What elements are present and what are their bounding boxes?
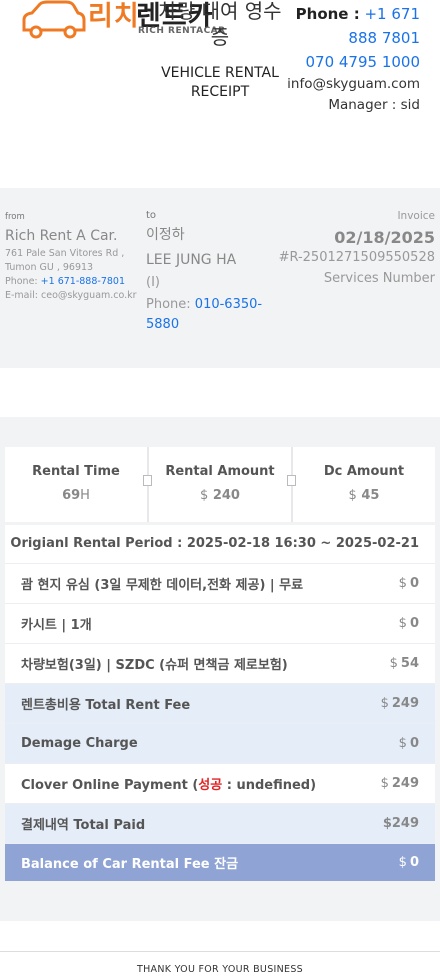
rental-period: Origianl Rental Period : 2025-02-18 16:3… xyxy=(5,525,435,563)
receipt-subtitle: VEHICLE RENTAL RECEIPT xyxy=(161,65,279,100)
charge-row-carseat: 카시트 | 1개 $0 xyxy=(5,603,435,643)
charge-amount: $249 xyxy=(381,776,419,791)
stat-title: Dc Amount xyxy=(323,464,405,479)
charge-label: Balance of Car Rental Fee 잔금 xyxy=(21,857,239,872)
stat-unit: $ xyxy=(348,488,357,503)
amount: 0 xyxy=(409,616,419,631)
phone-link-1[interactable]: +1 671 888 7801 xyxy=(348,5,420,47)
currency: $ xyxy=(398,576,407,591)
from-company: Rich Rent A Car. xyxy=(5,228,118,244)
total-paid-row: 결제내역 Total Paid $249 xyxy=(5,803,435,843)
charge-amount: $0 xyxy=(399,736,419,751)
invoice-date: 02/18/2025 xyxy=(334,228,435,247)
rental-summary: Rental Time 69H Rental Amount $ 240 Dc A… xyxy=(0,417,440,921)
phone-label: Phone : xyxy=(295,5,360,23)
to-block: to 이정하 LEE JUNG HA (I) Phone: 010-6350-5… xyxy=(146,210,266,335)
divider-box-icon xyxy=(143,475,152,486)
stat-dc-amount: Dc Amount $ 45 xyxy=(287,447,435,522)
charge-table: Origianl Rental Period : 2025-02-18 16:3… xyxy=(5,525,435,881)
currency: $ xyxy=(380,776,389,791)
stat-title: Rental Time xyxy=(32,464,120,479)
total-rent-fee-row: 렌트총비용 Total Rent Fee $249 xyxy=(5,683,435,723)
payment-label-suffix: : undefined) xyxy=(222,778,317,793)
stat-value: 69H xyxy=(5,488,147,503)
from-email: E-mail: ceo@skyguam.co.kr xyxy=(5,289,140,303)
from-phone: Phone: +1 671-888-7801 xyxy=(5,275,140,289)
balance-row: Balance of Car Rental Fee 잔금 $0 xyxy=(5,843,435,881)
stats-bar: Rental Time 69H Rental Amount $ 240 Dc A… xyxy=(5,447,435,522)
charge-row-insurance: 차량보험(3일) | SZDC (슈퍼 면책금 제로보험) $54 xyxy=(5,643,435,683)
charge-label: Demage Charge xyxy=(21,736,138,751)
charge-label: 괌 현지 유심 (3일 무제한 데이터,전화 제공) | 무료 xyxy=(21,578,304,593)
currency: $ xyxy=(380,696,389,711)
customer-name-korean: 이정하 xyxy=(146,227,185,243)
contact-block: Phone : +1 671 888 7801 070 4795 1000 in… xyxy=(280,2,420,116)
footer-thanks: THANK YOU FOR YOUR BUSINESS xyxy=(136,964,303,975)
charge-label: 렌트총비용 Total Rent Fee xyxy=(21,698,191,713)
from-email-value: ceo@skyguam.co.kr xyxy=(41,290,137,301)
online-payment-row: Clover Online Payment (성공 : undefined) $… xyxy=(5,763,435,803)
currency: $ xyxy=(398,855,407,870)
receipt-title: 차량 대여 영수증 xyxy=(158,0,282,49)
payment-label-prefix: Clover Online Payment ( xyxy=(21,778,199,793)
customer-phone: Phone: 010-6350-5880 xyxy=(146,295,266,335)
stat-rental-time: Rental Time 69H xyxy=(5,447,147,522)
payment-label: Clover Online Payment (성공 : undefined) xyxy=(21,774,316,793)
invoice-info-band: from Rich Rent A Car. 761 Pale San Vitor… xyxy=(0,188,440,368)
stat-unit: $ xyxy=(200,488,209,503)
damage-charge-row: Demage Charge $0 xyxy=(5,723,435,763)
invoice-number-caption: Services Number xyxy=(323,271,435,286)
from-block: from Rich Rent A Car. 761 Pale San Vitor… xyxy=(5,212,140,303)
amount: 249 xyxy=(391,696,419,711)
car-logo-icon xyxy=(22,0,86,39)
charge-label: 카시트 | 1개 xyxy=(21,618,92,633)
currency: $ xyxy=(389,656,398,671)
charge-label: 결제내역 Total Paid xyxy=(21,818,146,833)
from-address-2: Tumon GU , 96913 xyxy=(5,262,94,273)
invoice-block: Invoice 02/18/2025 #R-2501271509550528 S… xyxy=(265,210,435,289)
invoice-number: #R-2501271509550528 xyxy=(278,250,435,265)
logo-korean-part1: 리치 xyxy=(88,1,140,32)
charge-amount: $249 xyxy=(381,696,419,711)
charge-amount: $0 xyxy=(399,576,419,591)
footer-divider xyxy=(0,951,440,952)
from-address-1: 761 Pale San Vitores Rd , xyxy=(5,248,125,259)
from-phone-label: Phone: xyxy=(5,276,38,287)
charge-amount: $0 xyxy=(399,616,419,631)
manager-name: Manager : sid xyxy=(328,97,420,113)
amount: 0 xyxy=(409,576,419,591)
customer-suffix: (I) xyxy=(146,275,160,290)
charge-label: 차량보험(3일) | SZDC (슈퍼 면책금 제로보험) xyxy=(21,658,288,673)
phone-link-2[interactable]: 070 4795 1000 xyxy=(280,50,420,74)
contact-email[interactable]: info@skyguam.com xyxy=(280,74,420,95)
currency: $ xyxy=(398,616,407,631)
receipt-header: 리치 렌트카 RICH RENTACAR 차량 대여 영수증 VEHICLE R… xyxy=(0,0,440,188)
stat-rental-amount: Rental Amount $ 240 xyxy=(143,447,291,522)
from-phone-link[interactable]: +1 671-888-7801 xyxy=(41,276,125,287)
from-email-label: E-mail: xyxy=(5,290,38,301)
stat-number: 240 xyxy=(212,488,240,503)
stat-value: $ 240 xyxy=(149,488,291,503)
charge-row-usim: 괌 현지 유심 (3일 무제한 데이터,전화 제공) | 무료 $0 xyxy=(5,563,435,603)
invoice-label: Invoice xyxy=(397,210,435,222)
customer-name-english: LEE JUNG HA xyxy=(146,252,237,268)
amount: 0 xyxy=(409,855,419,870)
to-label: to xyxy=(146,210,157,221)
stat-unit: H xyxy=(80,488,90,503)
amount: 54 xyxy=(400,656,419,671)
currency: $ xyxy=(398,736,407,751)
from-label: from xyxy=(5,212,25,222)
payment-status: 성공 xyxy=(198,778,223,793)
divider-box-icon xyxy=(287,475,296,486)
charge-amount: $54 xyxy=(390,656,419,671)
stat-title: Rental Amount xyxy=(165,464,275,479)
stat-number: 69 xyxy=(62,488,81,503)
charge-amount: $249 xyxy=(382,816,419,831)
amount: 249 xyxy=(391,776,419,791)
stat-value: $ 45 xyxy=(293,488,435,503)
customer-phone-label: Phone: xyxy=(146,297,191,312)
stat-number: 45 xyxy=(361,488,380,503)
charge-amount: $0 xyxy=(399,855,419,870)
amount: 0 xyxy=(409,736,419,751)
